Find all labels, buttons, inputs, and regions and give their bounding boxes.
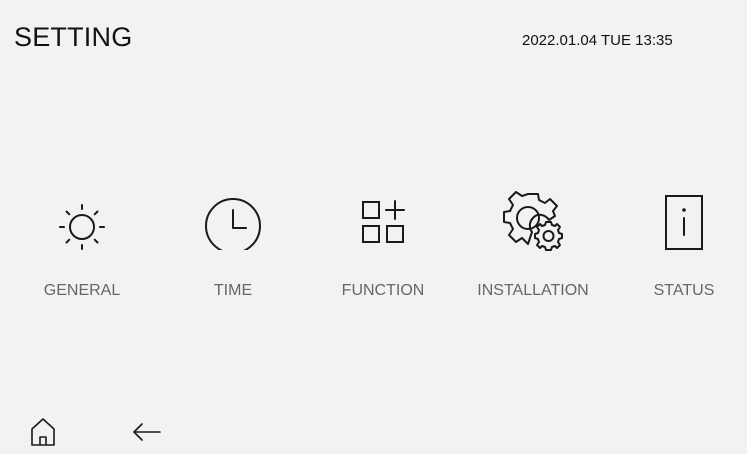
page-title: SETTING (14, 22, 133, 52)
home-button[interactable] (23, 412, 63, 452)
menu-label-time: TIME (213, 282, 253, 299)
settings-screen: SETTING 2022.01.04 TUE 13:35 GENERAL TIM… (0, 0, 747, 454)
menu-item-status[interactable]: STATUS (614, 185, 747, 315)
menu-label-status: STATUS (653, 282, 715, 299)
menu-item-installation[interactable]: INSTALLATION (463, 185, 603, 315)
menu-item-function[interactable]: FUNCTION (313, 185, 453, 315)
sun-icon (12, 185, 152, 255)
menu-label-installation: INSTALLATION (477, 282, 589, 299)
menu-item-time[interactable]: TIME (163, 185, 303, 315)
menu-label-function: FUNCTION (341, 282, 425, 299)
clock-icon (163, 185, 303, 255)
back-arrow-icon (133, 423, 161, 441)
info-icon (614, 185, 747, 255)
gear-icon (463, 185, 603, 255)
datetime-display: 2022.01.04 TUE 13:35 (522, 32, 673, 49)
back-button[interactable] (127, 412, 167, 452)
menu-item-general[interactable]: GENERAL (12, 185, 152, 315)
apps-grid-icon (313, 185, 453, 255)
menu-label-general: GENERAL (43, 282, 121, 299)
home-icon (31, 418, 55, 446)
